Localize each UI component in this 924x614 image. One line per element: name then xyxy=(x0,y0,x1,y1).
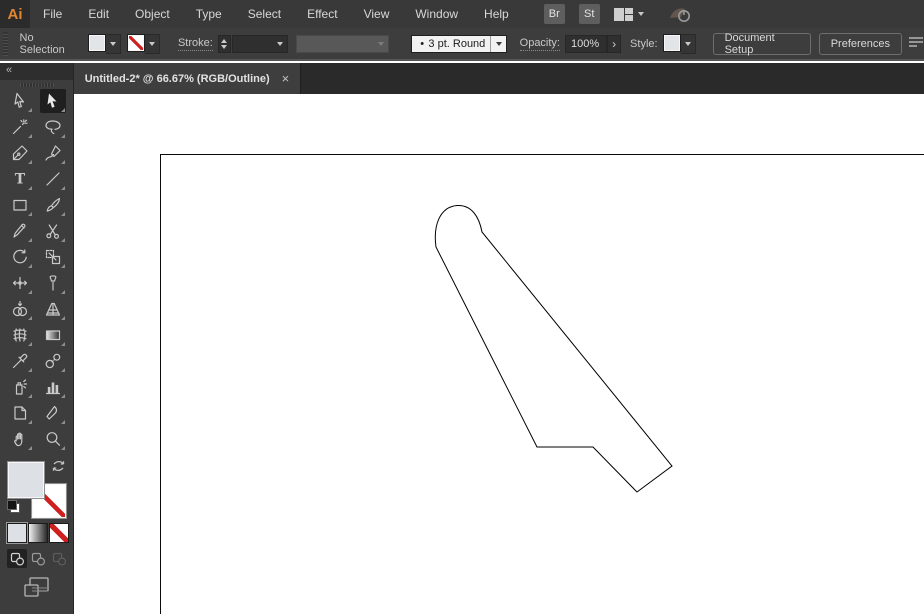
stroke-weight-dropdown[interactable] xyxy=(231,34,289,53)
chevron-down-icon xyxy=(637,12,644,16)
color-mode-buttons xyxy=(7,523,69,543)
menu-view[interactable]: View xyxy=(351,0,403,28)
menu-effect[interactable]: Effect xyxy=(294,0,350,28)
fill-color-control[interactable] xyxy=(87,33,121,54)
brush-value: 3 pt. Round xyxy=(428,37,486,50)
symbol-sprayer-tool[interactable] xyxy=(7,375,33,399)
type-tool[interactable]: T xyxy=(7,167,33,191)
canvas-area[interactable] xyxy=(74,94,924,614)
preferences-button[interactable]: Preferences xyxy=(818,32,903,55)
rotate-tool[interactable] xyxy=(7,245,33,269)
paintbrush-tool[interactable] xyxy=(40,193,66,217)
touch-workspace-icon[interactable] xyxy=(666,4,694,24)
fill-proxy[interactable] xyxy=(7,461,45,499)
selection-tool[interactable] xyxy=(40,89,66,113)
menu-file[interactable]: File xyxy=(30,0,75,28)
shape-builder-tool[interactable] xyxy=(7,297,33,321)
tool-grid: T xyxy=(0,89,73,451)
close-icon[interactable]: × xyxy=(282,71,290,86)
width-tool[interactable] xyxy=(7,271,33,295)
fill-swatch[interactable] xyxy=(87,33,106,52)
direct-selection-tool[interactable] xyxy=(7,89,33,113)
rectangle-tool[interactable] xyxy=(7,193,33,217)
default-fill-stroke-icon[interactable] xyxy=(7,500,20,513)
style-swatch[interactable] xyxy=(662,33,681,52)
fill-stroke-widget xyxy=(7,459,67,519)
stroke-label[interactable]: Stroke: xyxy=(177,37,213,51)
tools-panel: « T xyxy=(0,63,74,614)
artboard-tool[interactable] xyxy=(7,401,33,425)
zoom-tool[interactable] xyxy=(40,427,66,451)
color-button[interactable] xyxy=(7,523,27,543)
scissors-tool[interactable] xyxy=(40,219,66,243)
opacity-field[interactable]: 100% xyxy=(565,34,608,53)
stepper-down-icon[interactable] xyxy=(221,44,228,49)
style-dropdown-button[interactable] xyxy=(680,33,696,54)
selection-status: No Selection xyxy=(19,31,65,56)
bridge-button[interactable]: Br xyxy=(543,4,565,24)
gradient-button[interactable] xyxy=(28,523,48,543)
draw-inside-button xyxy=(49,549,69,568)
perspective-grid-tool[interactable] xyxy=(40,297,66,321)
eyedropper-tool[interactable] xyxy=(7,349,33,373)
tools-grip[interactable] xyxy=(19,83,54,87)
stroke-none-swatch[interactable] xyxy=(126,33,145,52)
opacity-label[interactable]: Opacity: xyxy=(519,37,560,51)
lasso-tool[interactable] xyxy=(40,115,66,139)
hand-tool[interactable] xyxy=(7,427,33,451)
menu-select[interactable]: Select xyxy=(235,0,294,28)
menu-edit[interactable]: Edit xyxy=(75,0,122,28)
panel-grip[interactable] xyxy=(3,31,8,56)
screen-mode-icon[interactable] xyxy=(22,575,52,606)
style-label: Style: xyxy=(630,37,658,50)
free-transform-tool[interactable] xyxy=(40,271,66,295)
opacity-forward-button[interactable]: › xyxy=(607,34,622,53)
document-setup-button[interactable]: Document Setup xyxy=(712,32,811,56)
width-profile-dropdown xyxy=(296,34,390,53)
drawn-path-shape[interactable] xyxy=(74,94,924,614)
brush-bullet: • xyxy=(420,37,425,50)
menu-window[interactable]: Window xyxy=(402,0,471,28)
control-bar: No Selection Stroke: • 3 pt. Round Opaci… xyxy=(0,28,924,61)
document-tab-title: Untitled-2* @ 66.67% (RGB/Outline) xyxy=(84,72,270,85)
stroke-dropdown-button[interactable] xyxy=(144,33,160,54)
draw-behind-button[interactable] xyxy=(28,549,48,568)
menu-help[interactable]: Help xyxy=(471,0,522,28)
menu-object[interactable]: Object xyxy=(122,0,183,28)
fill-dropdown-button[interactable] xyxy=(105,33,121,54)
brush-definition-dropdown[interactable]: • 3 pt. Round xyxy=(411,34,507,53)
document-tab-bar: Untitled-2* @ 66.67% (RGB/Outline) × xyxy=(74,63,924,94)
slice-tool[interactable] xyxy=(40,401,66,425)
illustrator-window: Ai File Edit Object Type Select Effect V… xyxy=(0,0,924,614)
blend-tool[interactable] xyxy=(40,349,66,373)
stepper-up-icon[interactable] xyxy=(221,38,228,43)
chevron-down-icon xyxy=(495,41,502,46)
document-tab[interactable]: Untitled-2* @ 66.67% (RGB/Outline) × xyxy=(74,63,301,94)
panel-menu-icon[interactable] xyxy=(908,35,924,52)
stroke-color-control[interactable] xyxy=(126,33,160,54)
app-logo: Ai xyxy=(0,0,30,28)
svg-text:T: T xyxy=(15,172,26,188)
magic-wand-tool[interactable] xyxy=(7,115,33,139)
menu-bar: Ai File Edit Object Type Select Effect V… xyxy=(0,0,924,28)
gradient-tool[interactable] xyxy=(40,323,66,347)
draw-normal-button[interactable] xyxy=(7,549,27,568)
mesh-tool[interactable] xyxy=(7,323,33,347)
style-control[interactable] xyxy=(662,33,696,54)
stock-button[interactable]: St xyxy=(578,4,600,24)
menu-type[interactable]: Type xyxy=(183,0,235,28)
drawing-mode-buttons xyxy=(7,549,69,568)
tools-collapse-button[interactable]: « xyxy=(0,63,73,80)
swap-fill-stroke-icon[interactable] xyxy=(52,459,65,477)
scale-tool[interactable] xyxy=(40,245,66,269)
none-button[interactable] xyxy=(49,523,69,543)
column-graph-tool[interactable] xyxy=(40,375,66,399)
pencil-tool[interactable] xyxy=(7,219,33,243)
curvature-tool[interactable] xyxy=(40,141,66,165)
workspace-switcher-icon[interactable] xyxy=(613,7,644,22)
stroke-weight-stepper[interactable] xyxy=(217,34,231,53)
line-segment-tool[interactable] xyxy=(40,167,66,191)
pen-tool[interactable] xyxy=(7,141,33,165)
